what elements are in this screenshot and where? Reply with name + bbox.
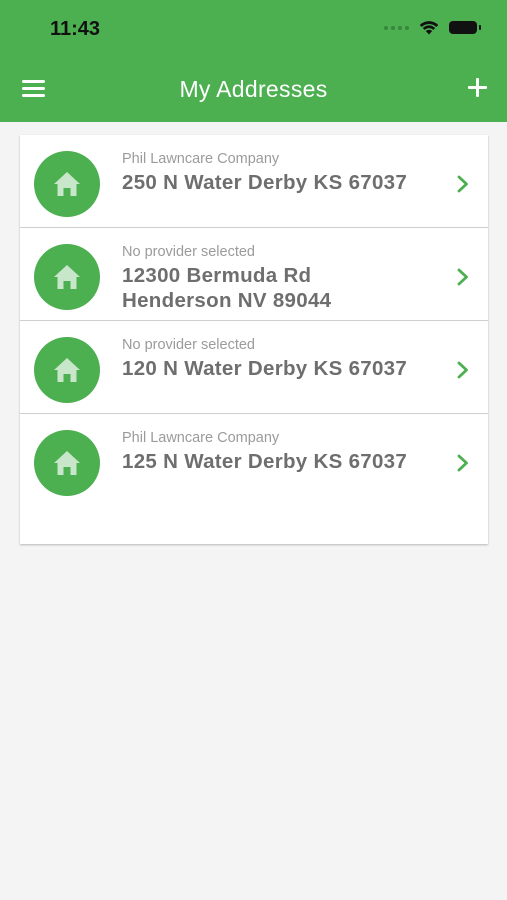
- address-row[interactable]: Phil Lawncare Company 125 N Water Derby …: [20, 414, 488, 506]
- app-header: 11:43 My Addresses: [0, 0, 507, 122]
- provider-name: No provider selected: [122, 337, 255, 353]
- address-text: 12300 Bermuda Rd Henderson NV 89044: [122, 264, 332, 312]
- address-text: 250 N Water Derby KS 67037: [122, 171, 408, 194]
- home-icon: [34, 151, 100, 217]
- provider-name: Phil Lawncare Company: [122, 151, 280, 167]
- provider-name: Phil Lawncare Company: [122, 430, 280, 446]
- home-icon: [34, 430, 100, 496]
- address-list: Phil Lawncare Company 250 N Water Derby …: [20, 135, 488, 544]
- chevron-right-icon: [457, 268, 468, 286]
- page-title: My Addresses: [179, 76, 328, 102]
- chevron-right-icon: [457, 175, 468, 193]
- address-text: 120 N Water Derby KS 67037: [122, 357, 408, 380]
- address-text: 125 N Water Derby KS 67037: [122, 450, 408, 473]
- add-address-button[interactable]: [467, 77, 489, 99]
- wifi-icon: [419, 21, 439, 35]
- address-row[interactable]: No provider selected 12300 Bermuda Rd He…: [20, 228, 488, 321]
- home-icon: [34, 337, 100, 403]
- battery-icon: [449, 21, 481, 34]
- status-icons: [384, 20, 481, 35]
- address-row[interactable]: No provider selected 120 N Water Derby K…: [20, 321, 488, 414]
- address-row[interactable]: Phil Lawncare Company 250 N Water Derby …: [20, 135, 488, 228]
- chevron-right-icon: [457, 454, 468, 472]
- status-time: 11:43: [50, 18, 101, 40]
- chevron-right-icon: [457, 361, 468, 379]
- provider-name: No provider selected: [122, 244, 255, 260]
- home-icon: [34, 244, 100, 310]
- cellular-signal-icon: [384, 25, 409, 30]
